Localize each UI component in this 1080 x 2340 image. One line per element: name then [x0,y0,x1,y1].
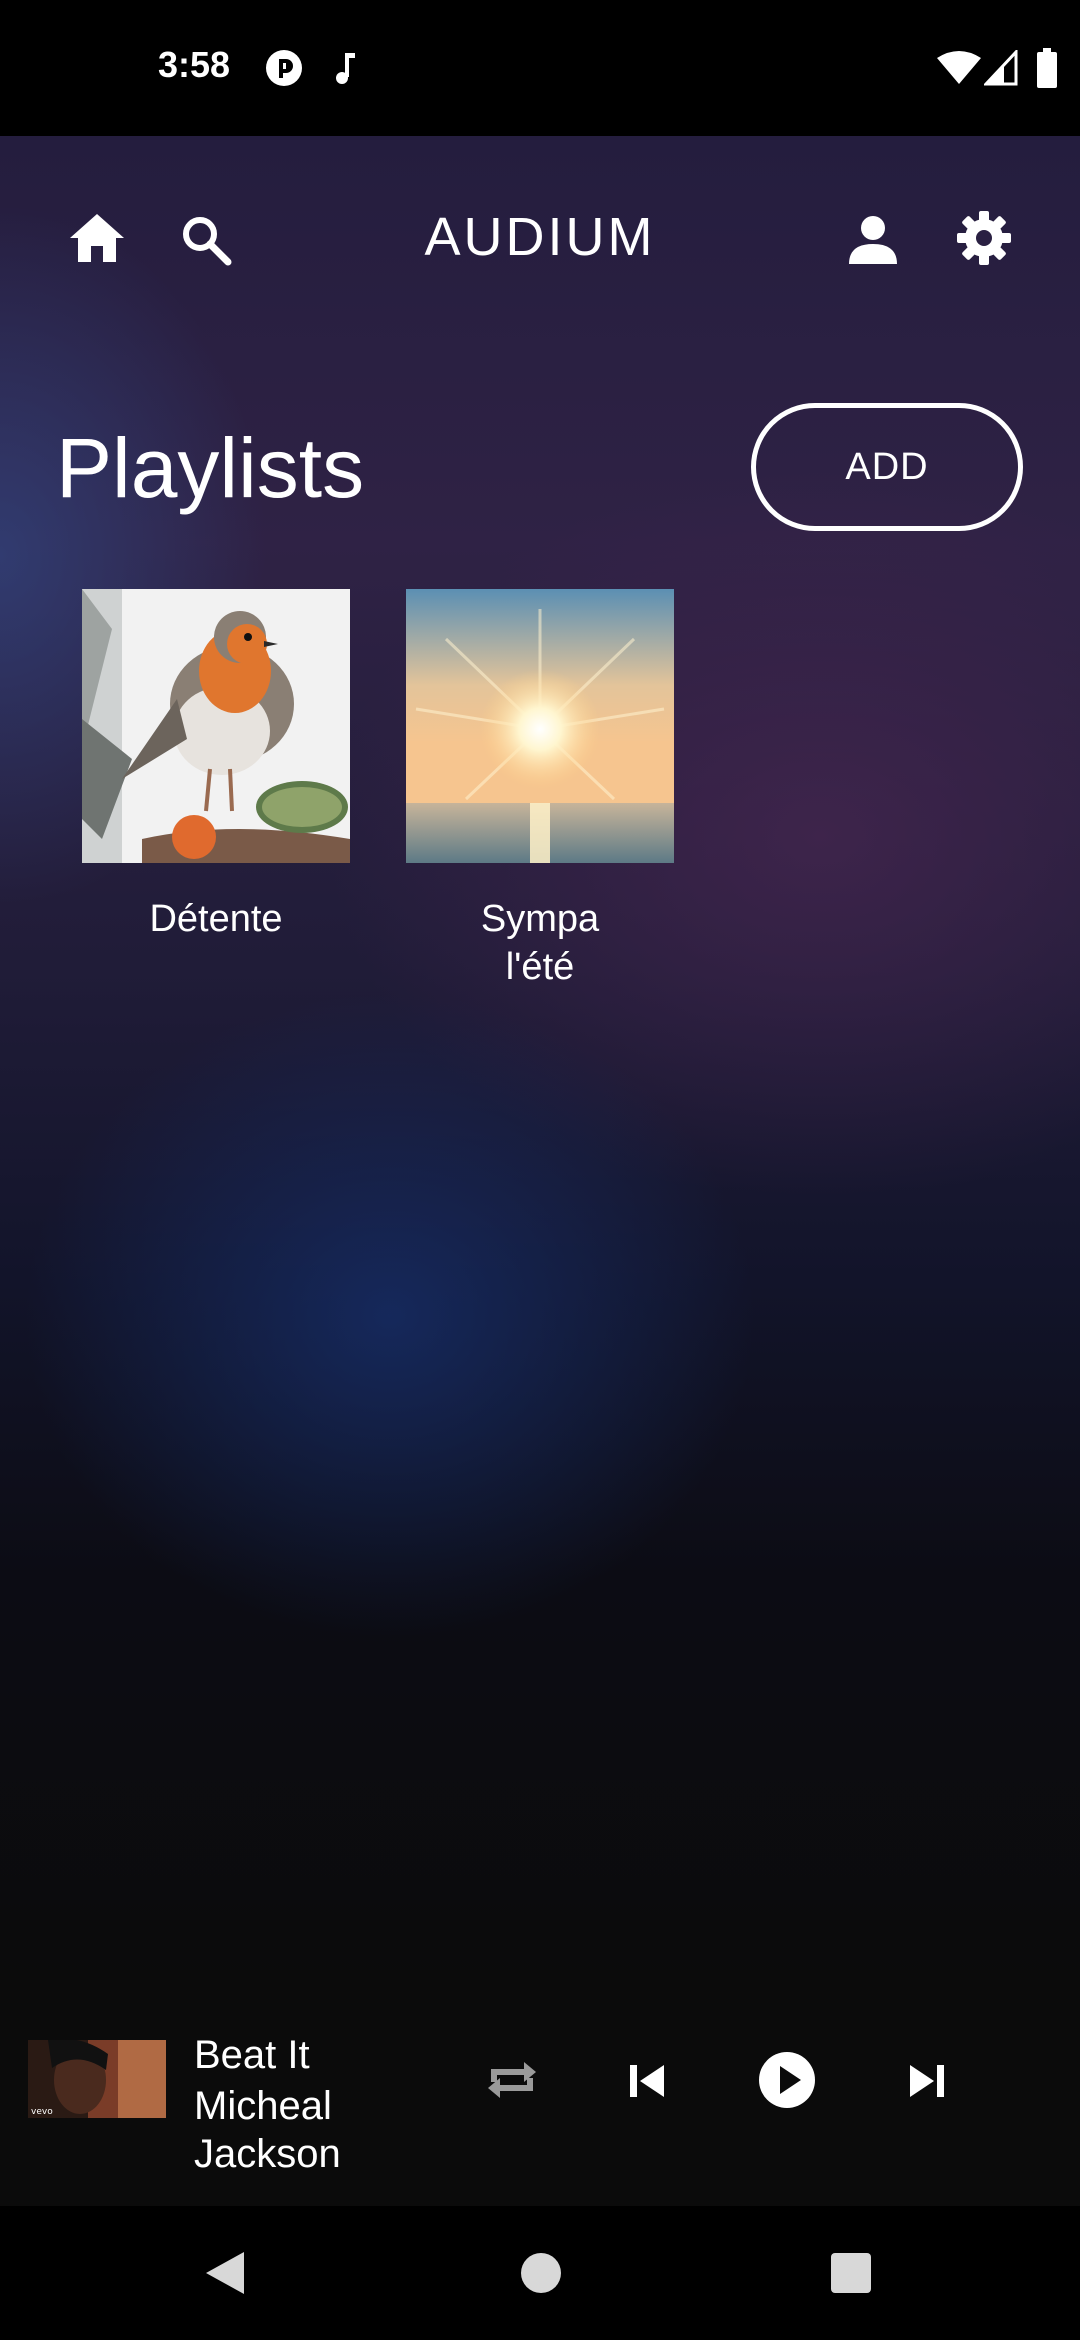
playlist-name: Détente [149,898,283,940]
status-bar: 3:58 [0,0,1080,136]
battery-icon [1036,48,1058,92]
playlist-card[interactable]: Détente [82,589,350,943]
play-icon[interactable] [758,2051,816,2113]
main-content: AUDIUM Playlists ADD Détente Sympa l'été [0,136,1080,1982]
robin-bird-image [82,589,350,863]
app-title: AUDIUM [424,207,656,267]
pocket-casts-icon [264,48,304,92]
settings-icon[interactable] [956,210,1012,270]
back-icon[interactable] [204,2250,246,2300]
skip-previous-icon[interactable] [628,2062,668,2104]
sunset-sea-image [406,589,674,863]
playlist-name: Sympa l'été [480,898,600,988]
status-time: 3:58 [158,44,231,85]
system-navigation-bar [0,2206,1080,2340]
home-circle-icon[interactable] [520,2252,562,2298]
wifi-icon [936,50,982,90]
music-note-icon [330,50,360,90]
repeat-icon[interactable] [486,2054,538,2110]
playlists-heading: Playlists [56,421,365,515]
track-title: Beat It [194,2033,310,2077]
cellular-signal-icon [982,48,1018,90]
add-button-label: ADD [845,445,929,488]
track-artist: Micheal Jackson [194,2084,341,2176]
recents-icon[interactable] [830,2252,872,2298]
svg-text:vevo: vevo [31,2107,53,2117]
video-thumbnail: vevo [28,2040,166,2118]
mini-player[interactable]: vevo Beat It Micheal Jackson [0,1982,1080,2206]
playlist-card[interactable]: Sympa l'été [406,589,674,991]
account-icon[interactable] [848,214,898,268]
skip-next-icon[interactable] [906,2062,946,2104]
add-playlist-button[interactable]: ADD [751,403,1023,531]
